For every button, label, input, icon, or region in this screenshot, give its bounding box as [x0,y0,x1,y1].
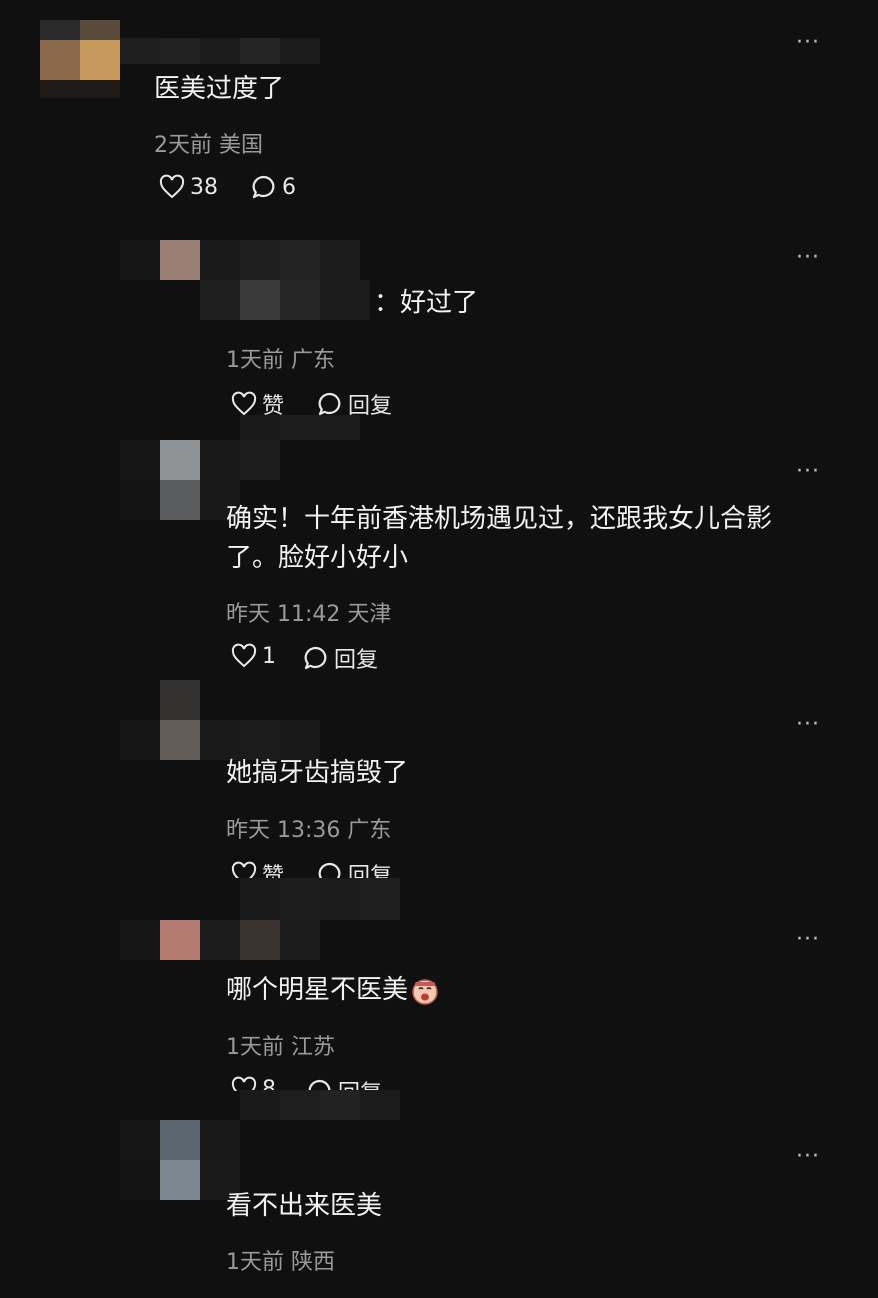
more-options-button[interactable]: ··· [796,714,824,736]
more-options-button[interactable]: ··· [796,32,824,54]
like-label: 赞 [262,864,285,878]
speech-bubble-icon [316,860,344,878]
like-button[interactable]: 38 [158,173,218,201]
comment-text: 医美过度了 [154,74,285,104]
heart-outline-icon [230,1075,258,1091]
reply-label: 回复 [348,864,393,878]
heart-outline-icon [230,390,258,418]
like-count: 38 [190,174,218,200]
heart-outline-icon [230,642,258,670]
comment-text-line-2: 了。脸好小好小 [226,543,409,573]
speech-bubble-icon [306,1077,334,1091]
speech-bubble-icon [302,644,330,672]
reply-label: 回复 [338,1075,382,1091]
speech-bubble-icon [316,390,344,418]
like-button[interactable]: 8 [230,1075,276,1091]
reply-button[interactable]: 回复 [302,642,378,674]
comment-meta: 昨天 13:36 广东 [226,818,392,843]
more-options-button[interactable]: ··· [796,461,824,483]
reply-button[interactable]: 回复 [306,1075,382,1091]
action-row-clipped: 赞 回复 [226,858,406,878]
more-options-button[interactable]: ··· [796,1146,824,1168]
action-row-clipped: 8 回复 [226,1075,406,1091]
comment-meta: 1天前 江苏 [226,1035,335,1060]
reply-button[interactable]: 回复 [316,858,392,878]
more-options-button[interactable]: ··· [796,247,824,269]
comment-text: 哪个明星不医美 [226,970,440,1010]
reply-button[interactable]: 6 [250,173,296,201]
comment-meta: 1天前 陕西 [226,1250,335,1275]
comment-text: ：好过了 [374,288,479,318]
heart-outline-icon [158,173,186,201]
comment-meta: 1天前 广东 [226,348,335,373]
more-options-button[interactable]: ··· [796,929,824,951]
heart-outline-icon [230,860,258,878]
like-button[interactable]: 赞 [230,858,284,878]
speech-bubble-icon [250,173,278,201]
crying-face-emoji [410,976,440,1006]
comment-meta: 2天前 美国 [154,133,263,158]
comment-text: 看不出来医美 [226,1191,383,1221]
like-button[interactable]: 1 [230,642,276,670]
comment-meta: 昨天 11:42 天津 [226,602,392,627]
comment-text-body: 哪个明星不医美 [226,975,409,1005]
reply-label: 回复 [334,648,379,673]
reply-count: 6 [282,174,296,200]
like-count: 8 [262,1076,276,1092]
comment-text-line-1: 确实！十年前香港机场遇见过，还跟我女儿合影 [226,504,773,534]
like-count: 1 [262,643,276,669]
comment-text: 她搞牙齿搞毁了 [226,758,409,788]
